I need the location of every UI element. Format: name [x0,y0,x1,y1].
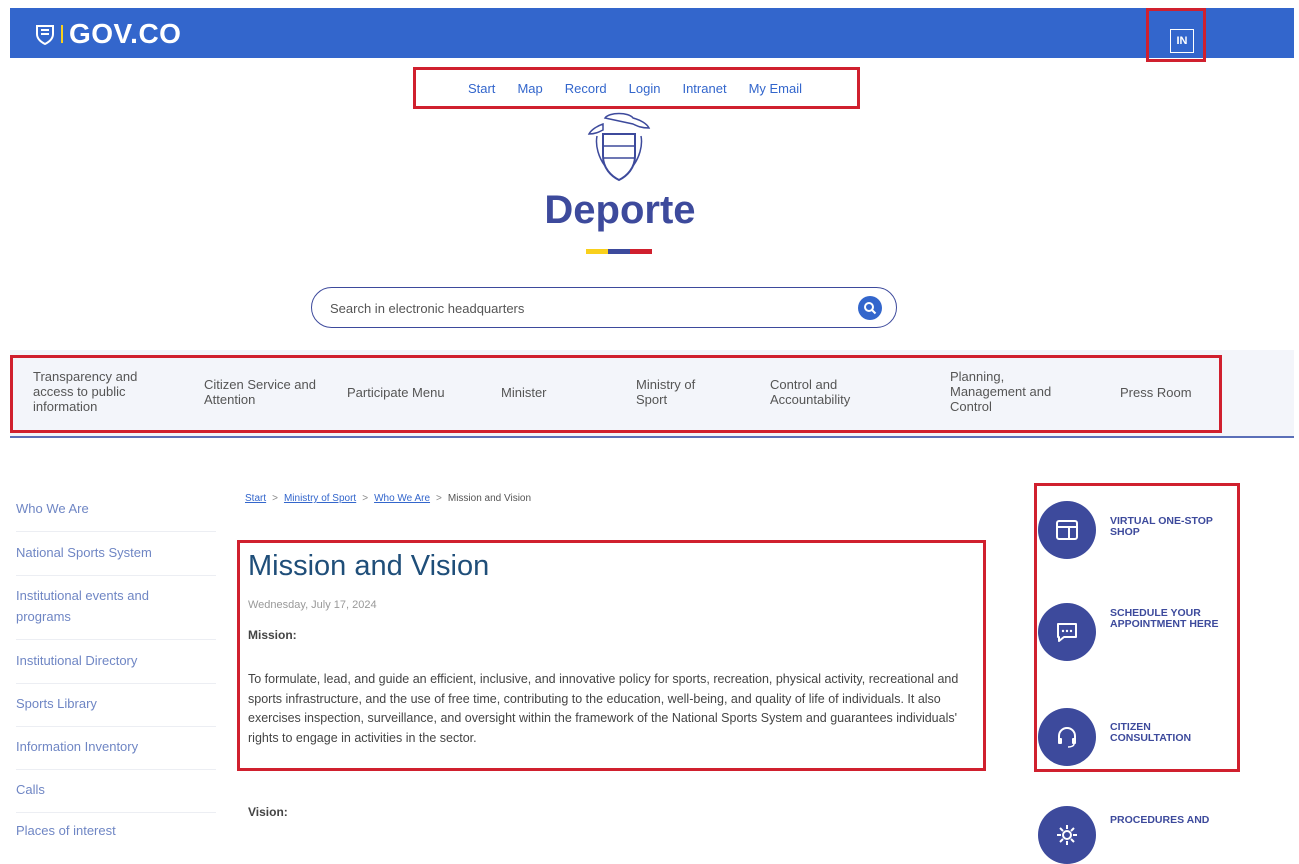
search-button[interactable] [858,296,882,320]
util-link-intranet[interactable]: Intranet [682,81,726,96]
mission-text: To formulate, lead, and guide an efficie… [248,672,959,745]
flag-red [630,249,652,254]
schedule-appointment-label[interactable]: SCHEDULE YOUR APPOINTMENT HERE [1110,608,1220,630]
window-icon [1056,520,1078,540]
publish-date: Wednesday, July 17, 2024 [248,599,377,611]
util-link-record[interactable]: Record [565,81,607,96]
procedures-label[interactable]: PROCEDURES AND [1110,815,1220,826]
headset-icon [1058,727,1076,748]
nav-minister[interactable]: Minister [501,385,581,400]
search-box [311,287,897,328]
virtual-one-stop-shop-button[interactable] [1038,501,1096,559]
citizen-consultation-button[interactable] [1038,708,1096,766]
brand-title[interactable]: Deporte [530,188,710,233]
util-link-my-email[interactable]: My Email [749,81,802,96]
flag-yellow [586,249,608,254]
breadcrumb: Start > Ministry of Sport > Who We Are >… [245,493,531,504]
nav-ministry-of-sport[interactable]: Ministry of Sport [636,377,726,407]
gov-logo-text: GOV.CO [69,18,182,49]
nav-planning[interactable]: Planning, Management and Control [950,369,1080,414]
language-button[interactable]: IN [1170,29,1194,53]
sidebar-item-national-sports-system[interactable]: National Sports System [16,542,216,563]
sidebar-item-events-programs[interactable]: Institutional events and programs [16,585,201,627]
breadcrumb-ministry[interactable]: Ministry of Sport [284,493,356,504]
schedule-appointment-button[interactable] [1038,603,1096,661]
breadcrumb-current: Mission and Vision [447,493,532,504]
mission-heading: Mission: [248,628,297,642]
gov-co-logo[interactable]: GOV.CO [35,18,181,50]
flag-stripe [586,249,652,254]
procedures-button[interactable] [1038,806,1096,864]
page-title: Mission and Vision [248,550,490,582]
sidebar-divider [16,769,216,770]
sidebar-divider [16,683,216,684]
colombia-shield-icon [36,25,54,45]
sidebar-divider [16,575,216,576]
breadcrumb-separator: > [362,493,369,504]
utility-links: Start Map Record Login Intranet My Email [415,74,855,102]
sidebar-divider [16,726,216,727]
gov-top-bar: GOV.CO IN [10,8,1294,58]
util-link-map[interactable]: Map [517,81,542,96]
sidebar-divider [16,531,216,532]
search-icon [864,302,877,315]
nav-transparency[interactable]: Transparency and access to public inform… [33,369,173,414]
sidebar-item-calls[interactable]: Calls [16,779,216,800]
breadcrumb-who-we-are[interactable]: Who We Are [374,493,430,504]
sidebar-item-who-we-are[interactable]: Who We Are [16,498,216,519]
nav-citizen-service[interactable]: Citizen Service and Attention [204,377,324,407]
sidebar-item-information-inventory[interactable]: Information Inventory [16,736,216,757]
breadcrumb-start[interactable]: Start [245,493,266,504]
vision-heading: Vision: [248,805,288,819]
search-input[interactable] [328,297,852,319]
breadcrumb-separator: > [436,493,442,504]
breadcrumb-separator: > [272,493,278,504]
virtual-one-stop-shop-label[interactable]: VIRTUAL ONE-STOP SHOP [1110,516,1220,538]
sidebar-divider [16,639,216,640]
sidebar-item-sports-library[interactable]: Sports Library [16,693,216,714]
chat-icon [1057,623,1077,642]
util-link-login[interactable]: Login [629,81,661,96]
sidebar-item-directory[interactable]: Institutional Directory [16,650,216,671]
gear-icon [1057,825,1077,845]
logo-divider [61,25,63,43]
sidebar-item-places-of-interest[interactable]: Places of interest [16,820,216,841]
nav-press-room[interactable]: Press Room [1120,385,1220,400]
sidebar-divider [16,812,216,813]
flag-blue [608,249,630,254]
nav-control-accountability[interactable]: Control and Accountability [770,377,890,407]
util-link-start[interactable]: Start [468,81,495,96]
citizen-consultation-label[interactable]: CITIZEN CONSULTATION [1110,722,1220,744]
coat-of-arms-icon[interactable] [585,112,653,184]
nav-participate[interactable]: Participate Menu [347,385,477,400]
